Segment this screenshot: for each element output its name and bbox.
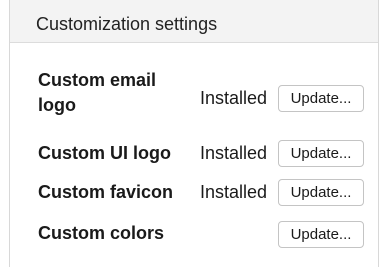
setting-label-custom-colors: Custom colors [38,223,165,243]
update-custom-ui-logo-button[interactable]: Update... [278,140,364,167]
setting-label-custom-favicon: Custom favicon [38,182,174,202]
setting-label-custom-ui-logo: Custom UI logo [38,143,171,163]
setting-label-line: logo [38,95,76,115]
customization-settings-panel: Customization settings Custom email logo… [9,0,379,267]
panel-header: Customization settings [10,0,378,43]
setting-label-custom-email-logo: Custom email logo [38,68,156,118]
update-custom-colors-button[interactable]: Update... [278,221,364,248]
panel-title: Customization settings [36,14,218,34]
setting-status-custom-ui-logo: Installed [200,143,268,163]
setting-status-custom-favicon: Installed [200,182,268,202]
update-custom-email-logo-button[interactable]: Update... [278,85,364,112]
setting-status-custom-email-logo: Installed [200,88,268,108]
setting-label-line: Custom email [38,70,157,90]
update-custom-favicon-button[interactable]: Update... [278,179,364,206]
